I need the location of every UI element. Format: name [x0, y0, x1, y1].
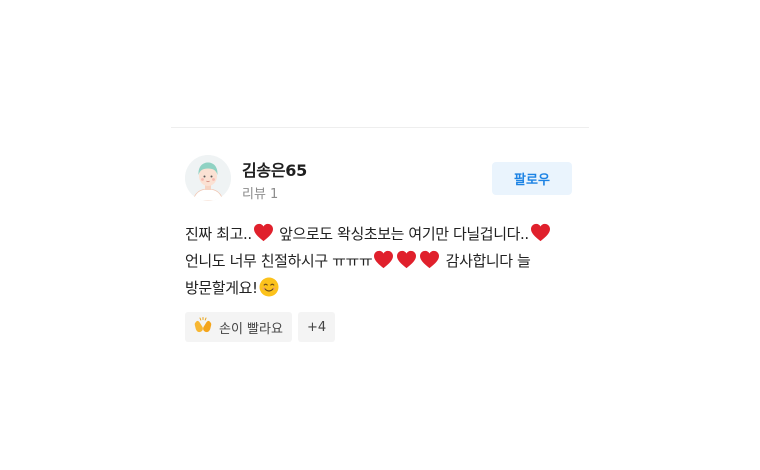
red-heart-icon: [420, 250, 440, 269]
section-divider: [171, 127, 589, 128]
follow-button[interactable]: 팔로우: [492, 162, 572, 195]
reaction-chip-fast-hands[interactable]: 손이 빨라요: [185, 312, 292, 342]
red-heart-icon: [374, 250, 394, 269]
red-heart-icon: [397, 250, 417, 269]
reaction-more-count: +4: [306, 319, 327, 335]
user-name[interactable]: 김송은65: [242, 157, 307, 181]
review-text-part-1: 진짜 최고..: [185, 225, 252, 243]
review-text-part-2: 앞으로도 왁싱초보는 여기만 다닐겁니다..: [274, 225, 529, 243]
review-page: 김송은65 리뷰 1 팔로우 진짜 최고.. 앞으로도 왁싱초보는 여기만 다닐…: [0, 0, 760, 470]
reaction-more-chip[interactable]: +4: [297, 312, 336, 342]
avatar[interactable]: [185, 155, 231, 201]
review-text: 진짜 최고.. 앞으로도 왁싱초보는 여기만 다닐겁니다.. 언니도 너무 친절…: [185, 221, 577, 302]
avatar-person-icon: [185, 155, 231, 201]
review-text-part-3: 언니도 너무 친절하시구 ㅠㅠㅠ: [185, 252, 373, 270]
review-card: 김송은65 리뷰 1 팔로우 진짜 최고.. 앞으로도 왁싱초보는 여기만 다닐…: [185, 155, 575, 342]
red-heart-icon: [253, 223, 273, 242]
reaction-chip-label: 손이 빨라요: [219, 321, 283, 337]
reaction-chips: 손이 빨라요 +4: [185, 312, 575, 342]
red-heart-icon: [530, 223, 550, 242]
clapping-hands-icon: [194, 317, 212, 337]
review-header: 김송은65 리뷰 1 팔로우: [185, 155, 575, 205]
review-count: 리뷰 1: [242, 187, 279, 202]
smiling-face-icon: [259, 277, 279, 297]
